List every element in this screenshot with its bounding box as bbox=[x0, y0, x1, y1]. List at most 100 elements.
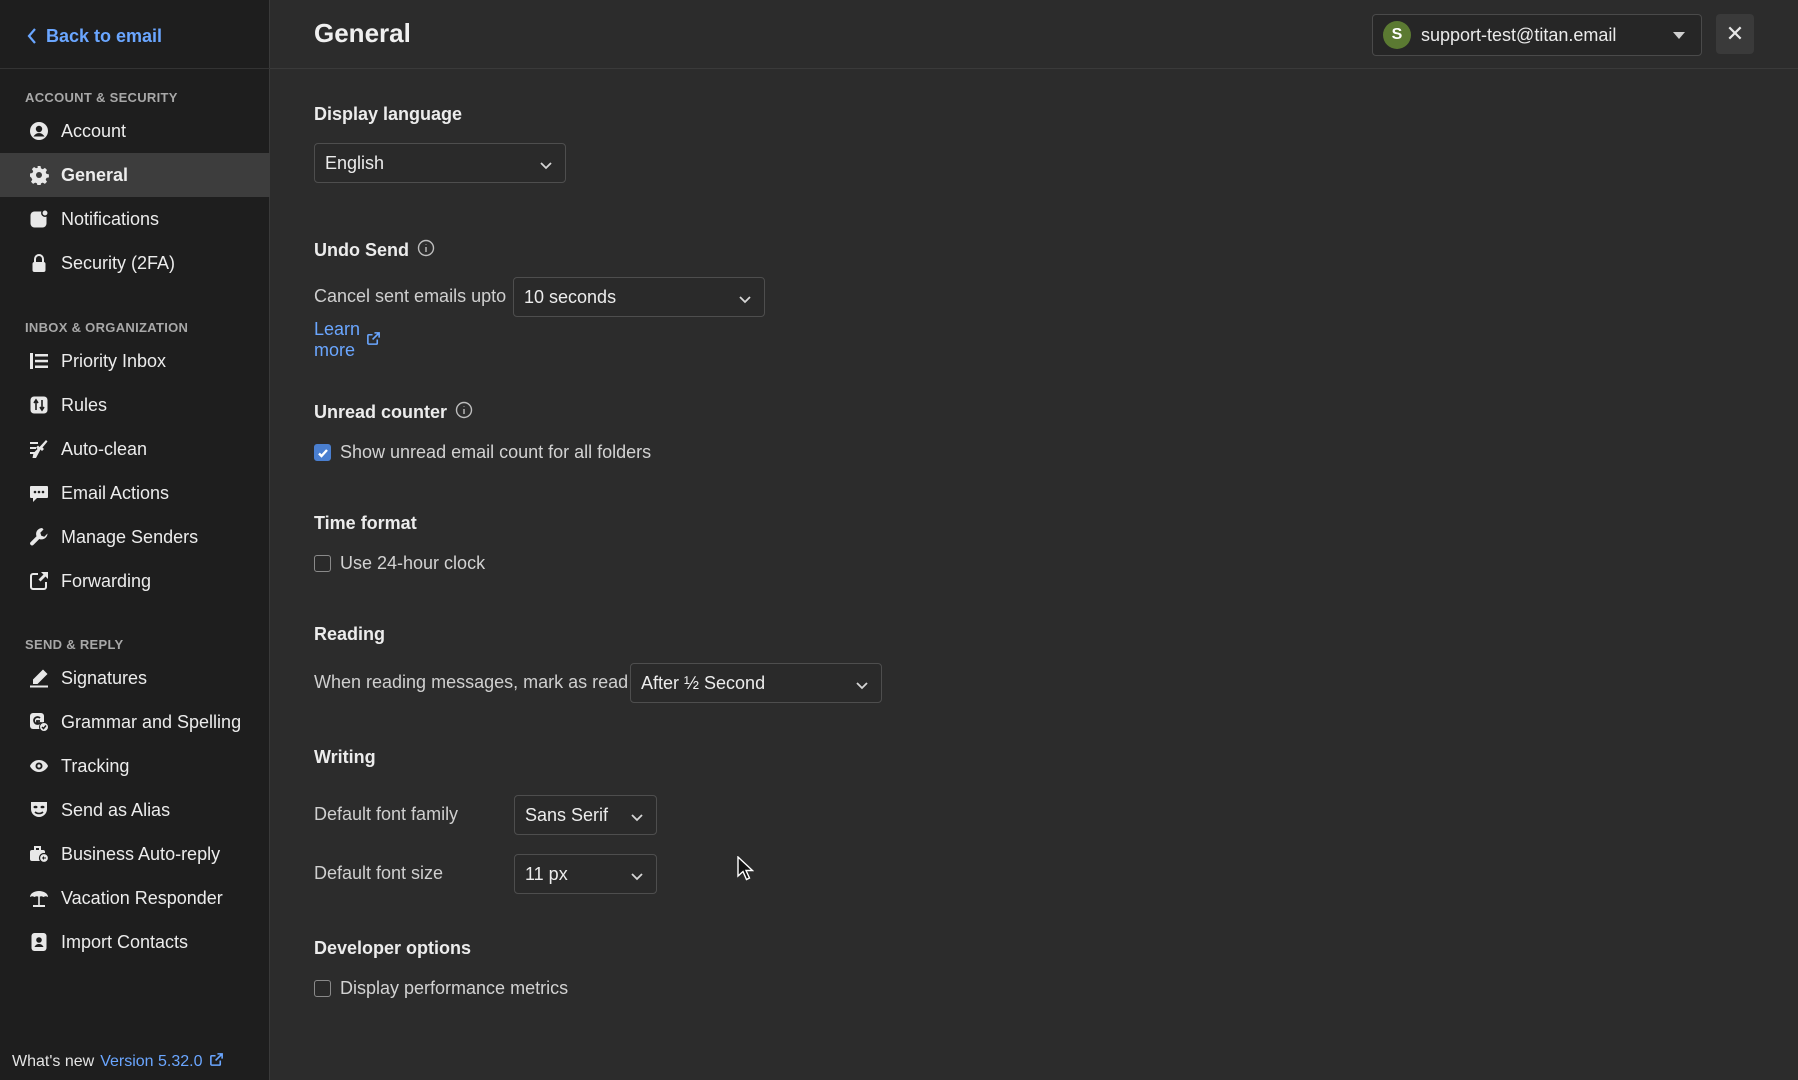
sidebar-item-email-actions[interactable]: Email Actions bbox=[0, 471, 270, 515]
account-icon bbox=[28, 120, 50, 142]
display-language-value: English bbox=[325, 152, 385, 173]
back-to-email-link[interactable]: Back to email bbox=[26, 22, 162, 50]
unread-counter-option[interactable]: Show unread email count for all folders bbox=[314, 442, 651, 463]
sidebar-item-label: Email Actions bbox=[61, 482, 170, 503]
briefcase-reply-icon bbox=[28, 843, 50, 865]
page-title: General bbox=[314, 18, 411, 48]
priority-list-icon bbox=[28, 350, 50, 372]
sidebar-item-signatures[interactable]: Signatures bbox=[0, 656, 270, 700]
undo-send-value: 10 seconds bbox=[524, 286, 617, 307]
unread-counter-checkbox[interactable] bbox=[314, 444, 331, 461]
mark-as-read-select[interactable]: After ½ Second bbox=[630, 663, 882, 703]
close-button[interactable]: ✕ bbox=[1716, 14, 1754, 54]
time-format-title: Time format bbox=[314, 513, 417, 534]
display-language-title: Display language bbox=[314, 104, 462, 125]
unread-counter-title: Unread counter bbox=[314, 401, 473, 424]
chevron-down-icon bbox=[539, 156, 553, 170]
time-format-option[interactable]: Use 24-hour clock bbox=[314, 553, 485, 574]
undo-send-select[interactable]: 10 seconds bbox=[513, 277, 765, 317]
email-actions-icon bbox=[28, 482, 50, 504]
font-size-select[interactable]: 11 px bbox=[514, 854, 657, 894]
mask-icon bbox=[28, 799, 50, 821]
section-heading-send-reply: SEND & REPLY bbox=[25, 637, 124, 652]
sidebar-item-priority-inbox[interactable]: Priority Inbox bbox=[0, 339, 270, 383]
sidebar-item-security[interactable]: Security (2FA) bbox=[0, 241, 270, 285]
unread-counter-title-text: Unread counter bbox=[314, 402, 448, 422]
display-language-title-text: Display language bbox=[314, 104, 463, 124]
sidebar-item-label: General bbox=[61, 164, 129, 185]
performance-metrics-checkbox-label: Display performance metrics bbox=[340, 978, 569, 998]
external-link-icon bbox=[209, 1052, 224, 1072]
sidebar-item-label: Priority Inbox bbox=[61, 350, 167, 371]
font-family-label: Default font family bbox=[314, 804, 459, 824]
sidebar-item-send-as-alias[interactable]: Send as Alias bbox=[0, 788, 270, 832]
time-format-checkbox-label: Use 24-hour clock bbox=[340, 553, 486, 573]
gear-icon bbox=[28, 164, 50, 186]
sidebar-item-label: Tracking bbox=[61, 755, 130, 776]
sidebar-item-forwarding[interactable]: Forwarding bbox=[0, 559, 270, 603]
mouse-cursor-icon bbox=[737, 856, 754, 881]
sidebar-item-notifications[interactable]: Notifications bbox=[0, 197, 270, 241]
time-format-checkbox[interactable] bbox=[314, 555, 331, 572]
sidebar-item-label: Rules bbox=[61, 394, 108, 415]
reading-label: When reading messages, mark as read bbox=[314, 672, 629, 692]
sidebar-item-rules[interactable]: Rules bbox=[0, 383, 270, 427]
account-switcher[interactable]: S support-test@titan.email bbox=[1372, 14, 1702, 56]
font-family-value: Sans Serif bbox=[525, 804, 609, 825]
sidebar-item-label: Business Auto-reply bbox=[61, 843, 221, 864]
info-icon[interactable] bbox=[417, 239, 435, 262]
avatar: S bbox=[1383, 21, 1411, 49]
sidebar-item-label: Security (2FA) bbox=[61, 252, 176, 273]
whats-new: What's new Version 5.32.0 bbox=[12, 1052, 224, 1072]
font-size-value: 11 px bbox=[525, 863, 568, 884]
time-format-title-text: Time format bbox=[314, 513, 417, 533]
sidebar-item-auto-clean[interactable]: Auto-clean bbox=[0, 427, 270, 471]
font-family-select[interactable]: Sans Serif bbox=[514, 795, 657, 835]
developer-options-title-text: Developer options bbox=[314, 938, 472, 958]
sidebar-item-label: Import Contacts bbox=[61, 931, 189, 952]
learn-more-label: Learn more bbox=[314, 319, 361, 360]
undo-send-title: Undo Send bbox=[314, 239, 435, 262]
sidebar-item-general[interactable]: General bbox=[0, 153, 270, 197]
learn-more-link[interactable]: Learn more bbox=[314, 319, 381, 361]
umbrella-icon bbox=[28, 887, 50, 909]
sidebar-item-vacation-responder[interactable]: Vacation Responder bbox=[0, 876, 270, 920]
settings-sidebar: Back to email ACCOUNT & SECURITY Account… bbox=[0, 0, 270, 1080]
pen-icon bbox=[28, 667, 50, 689]
sidebar-item-grammar[interactable]: Grammar and Spelling bbox=[0, 700, 270, 744]
writing-title: Writing bbox=[314, 747, 376, 768]
sidebar-item-import-contacts[interactable]: Import Contacts bbox=[0, 920, 270, 964]
back-to-email-label: Back to email bbox=[46, 25, 163, 46]
rules-icon bbox=[28, 394, 50, 416]
display-language-select[interactable]: English bbox=[314, 143, 566, 183]
contacts-icon bbox=[28, 931, 50, 953]
font-size-label: Default font size bbox=[314, 863, 444, 883]
sidebar-item-tracking[interactable]: Tracking bbox=[0, 744, 270, 788]
grammar-icon bbox=[28, 711, 50, 733]
chevron-down-icon bbox=[855, 676, 869, 690]
sidebar-item-label: Grammar and Spelling bbox=[61, 711, 242, 732]
sidebar-item-account[interactable]: Account bbox=[0, 109, 270, 153]
settings-header: General S support-test@titan.email ✕ bbox=[270, 0, 1798, 69]
sidebar-item-label: Notifications bbox=[61, 208, 160, 229]
sidebar-divider bbox=[0, 68, 270, 69]
info-icon[interactable] bbox=[455, 401, 473, 424]
undo-send-label: Cancel sent emails upto bbox=[314, 286, 507, 306]
lock-icon bbox=[28, 252, 50, 274]
developer-options-title: Developer options bbox=[314, 938, 471, 959]
sidebar-item-manage-senders[interactable]: Manage Senders bbox=[0, 515, 270, 559]
writing-title-text: Writing bbox=[314, 747, 376, 767]
reading-title: Reading bbox=[314, 624, 385, 645]
sidebar-item-label: Account bbox=[61, 120, 127, 141]
external-link-icon bbox=[366, 330, 381, 351]
performance-metrics-option[interactable]: Display performance metrics bbox=[314, 978, 568, 999]
section-heading-account-security: ACCOUNT & SECURITY bbox=[25, 90, 178, 105]
reading-title-text: Reading bbox=[314, 624, 386, 644]
performance-metrics-checkbox[interactable] bbox=[314, 980, 331, 997]
chevron-down-icon bbox=[630, 867, 644, 881]
sidebar-item-business-auto-reply[interactable]: Business Auto-reply bbox=[0, 832, 270, 876]
forward-icon bbox=[28, 570, 50, 592]
chevron-left-icon bbox=[27, 28, 36, 44]
version-link[interactable]: Version 5.32.0 bbox=[100, 1052, 223, 1072]
sidebar-item-label: Vacation Responder bbox=[61, 887, 223, 908]
